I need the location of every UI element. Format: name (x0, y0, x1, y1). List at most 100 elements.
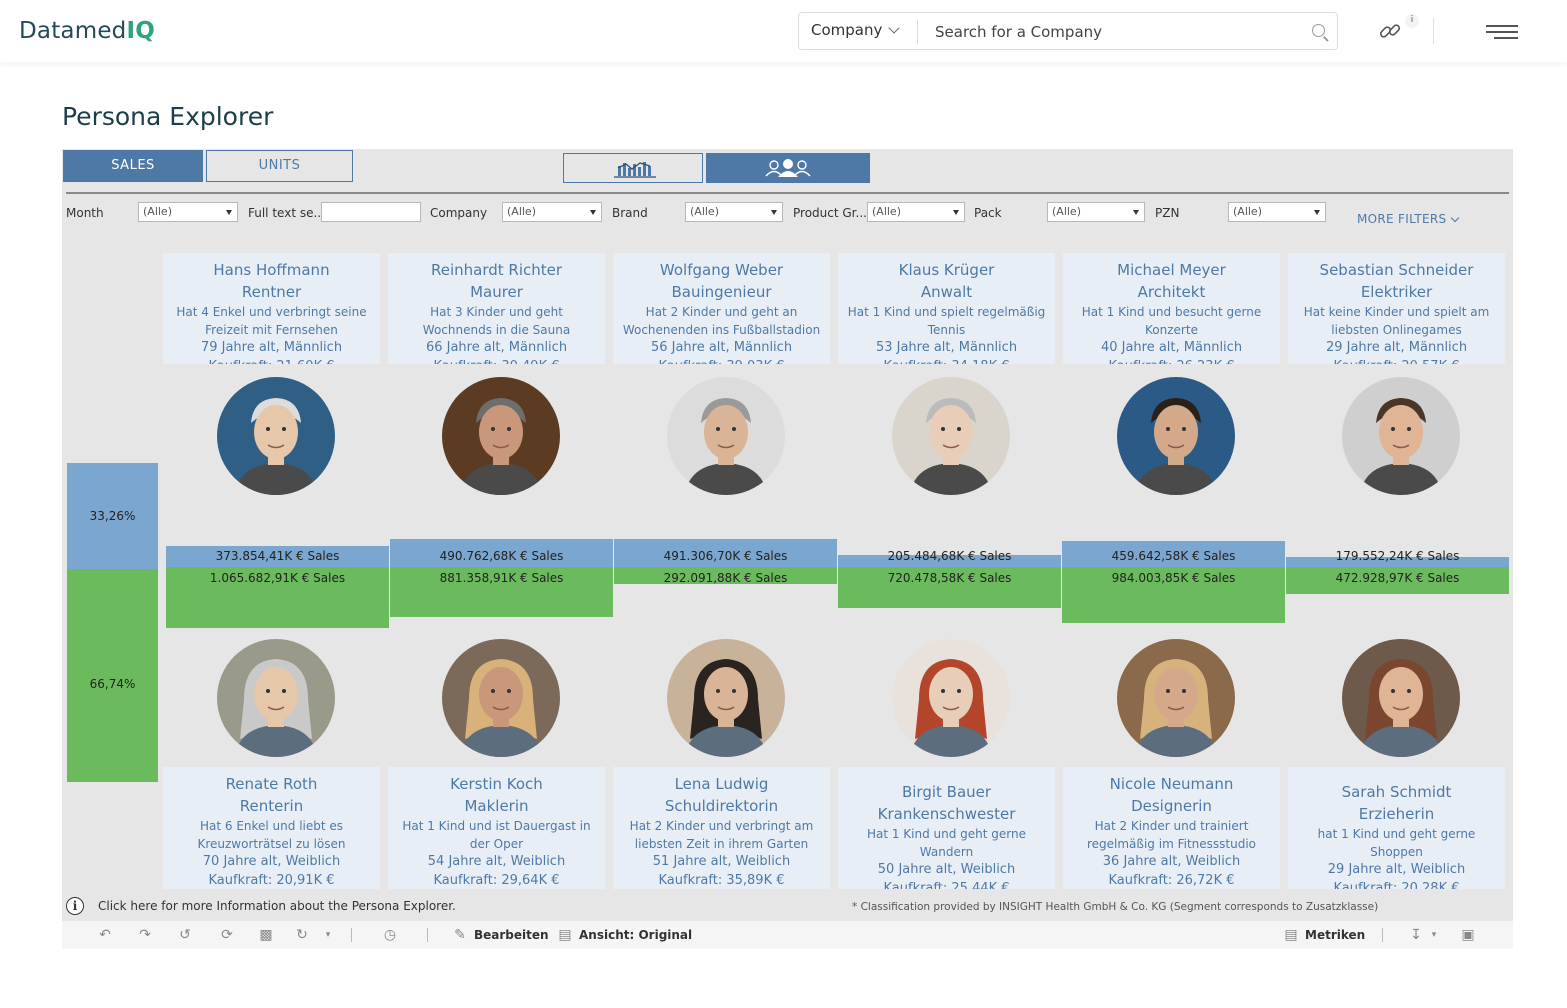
male-sales-label-2: 491.306,70K € Sales (663, 549, 788, 563)
persona-age-gender: 29 Jahre alt, Männlich (1325, 340, 1468, 355)
persona-job: Maurer (470, 283, 523, 301)
female-persona-card-1[interactable]: Kerstin Koch Maklerin Hat 1 Kind und ist D… (388, 767, 605, 889)
filter-fulltext-input[interactable] (321, 202, 421, 222)
male-portrait-3[interactable] (892, 377, 1010, 495)
filter-product-group-select[interactable]: (Alle) (867, 202, 965, 222)
filter-company-select[interactable]: (Alle) (502, 202, 602, 222)
male-sales-label-3: 205.484,68K € Sales (887, 549, 1012, 563)
download-dropdown-icon[interactable]: ▾ (1426, 927, 1442, 943)
male-persona-card-1[interactable]: Reinhardt Richter Maurer Hat 3 Kinder und … (388, 253, 605, 364)
metrics-button[interactable]: Metriken (1305, 928, 1365, 942)
company-type-select[interactable]: Company (811, 21, 901, 39)
persona-kaufkraft: Kaufkraft: 25,44K € (883, 881, 1010, 889)
male-sales-label-4: 459.642,58K € Sales (1111, 549, 1236, 563)
revert-icon[interactable]: ↺ (177, 927, 193, 943)
filter-brand-select[interactable]: (Alle) (685, 202, 783, 222)
filter-pack-select[interactable]: (Alle) (1047, 202, 1145, 222)
persona-kaufkraft: Kaufkraft: 29,64K € (433, 873, 560, 888)
female-portrait-4[interactable] (1117, 639, 1235, 757)
filter-label-fulltext: Full text se... (248, 206, 325, 220)
female-share-bar[interactable]: 66,74% (67, 569, 158, 782)
persona-description: Hat 1 Kind und geht gerne Wandern (866, 827, 1027, 859)
persona-job: Elektriker (1360, 283, 1433, 301)
hamburger-menu-icon[interactable] (1486, 25, 1518, 39)
redo-icon[interactable]: ↷ (137, 927, 153, 943)
persona-age-gender: 50 Jahre alt, Weiblich (877, 862, 1016, 877)
female-persona-card-3[interactable]: Birgit Bauer Krankenschwester Hat 1 Kind u… (838, 767, 1055, 889)
male-share-bar[interactable]: 33,26% (67, 463, 158, 569)
persona-name: Nicole Neumann (1109, 775, 1234, 793)
female-share-label: 66,74% (89, 677, 136, 691)
toolbar-divider (1382, 928, 1383, 942)
view-icon[interactable]: ▤ (557, 927, 573, 943)
female-sales-label-4: 984.003,85K € Sales (1111, 571, 1236, 585)
refresh-icon[interactable]: ⟳ (219, 927, 235, 943)
female-persona-card-2[interactable]: Lena Ludwig Schuldirektorin Hat 2 Kinder u… (613, 767, 830, 889)
info-link[interactable]: Click here for more Information about th… (98, 899, 456, 913)
datamediq-logo[interactable]: DatamedIQ (19, 18, 155, 44)
pause-updates-icon[interactable]: ▩ (258, 927, 274, 943)
performance-icon[interactable]: ◷ (382, 927, 398, 943)
female-portrait-1[interactable] (442, 639, 560, 757)
female-portrait-0[interactable] (217, 639, 335, 757)
fullscreen-icon[interactable]: ▣ (1460, 927, 1476, 943)
female-portrait-2[interactable] (667, 639, 785, 757)
male-portrait-0[interactable] (217, 377, 335, 495)
share-dropdown-icon[interactable]: ▾ (320, 927, 336, 943)
male-portrait-5[interactable] (1342, 377, 1460, 495)
persona-view-button[interactable] (706, 153, 870, 183)
persona-job: Maklerin (464, 797, 529, 815)
persona-age-gender: 29 Jahre alt, Weiblich (1327, 862, 1466, 877)
filter-month-select[interactable]: (Alle) (138, 202, 238, 222)
classification-note: * Classification provided by INSIGHT Hea… (852, 901, 1379, 913)
female-portrait-5[interactable] (1342, 639, 1460, 757)
filter-label-month: Month (66, 206, 104, 220)
female-persona-card-4[interactable]: Nicole Neumann Designerin Hat 2 Kinder und… (1063, 767, 1280, 889)
download-icon[interactable]: ↧ (1408, 927, 1424, 943)
female-persona-card-5[interactable]: Sarah Schmidt Erzieherin hat 1 Kind und ge… (1288, 767, 1505, 889)
male-portrait-1[interactable] (442, 377, 560, 495)
edit-button[interactable]: Bearbeiten (474, 928, 549, 942)
dropdown-arrow-icon (771, 210, 777, 215)
persona-name: Wolfgang Weber (659, 261, 784, 279)
company-search-box: Company (798, 12, 1338, 50)
persona-dashboard: SALES UNITS Month (Alle) Full text se...… (62, 149, 1513, 921)
persona-age-gender: 51 Jahre alt, Weiblich (652, 854, 791, 869)
persona-job: Anwalt (920, 283, 973, 301)
link-icon[interactable] (1378, 19, 1402, 43)
persona-job: Erzieherin (1358, 805, 1435, 823)
search-icon[interactable] (1312, 24, 1325, 37)
male-persona-card-5[interactable]: Sebastian Schneider Elektriker Hat keine K… (1288, 253, 1505, 364)
tab-units[interactable]: UNITS (206, 150, 353, 182)
more-filters-button[interactable]: MORE FILTERS (1357, 212, 1460, 226)
info-icon[interactable]: i (66, 897, 84, 915)
chevron-down-icon (888, 22, 901, 34)
undo-icon[interactable]: ↶ (97, 927, 113, 943)
filter-label-pzn: PZN (1155, 206, 1180, 220)
male-persona-card-0[interactable]: Hans Hoffmann Rentner Hat 4 Enkel und verb… (163, 253, 380, 364)
people-group-icon (765, 159, 811, 177)
edit-icon[interactable]: ✎ (452, 927, 468, 943)
dropdown-arrow-icon (1133, 210, 1139, 215)
male-persona-card-2[interactable]: Wolfgang Weber Bauingenieur Hat 2 Kinder u… (613, 253, 830, 364)
view-original-button[interactable]: Ansicht: Original (579, 928, 692, 942)
male-persona-card-3[interactable]: Klaus Krüger Anwalt Hat 1 Kind und spielt … (838, 253, 1055, 364)
male-portrait-2[interactable] (667, 377, 785, 495)
persona-name: Birgit Bauer (901, 783, 992, 801)
metrics-icon[interactable]: ▤ (1283, 927, 1299, 943)
tab-sales[interactable]: SALES (63, 150, 203, 182)
share-icon[interactable]: ↻ (294, 927, 310, 943)
info-badge-icon[interactable]: i (1405, 14, 1419, 28)
persona-name: Hans Hoffmann (213, 261, 330, 279)
male-persona-card-4[interactable]: Michael Meyer Architekt Hat 1 Kind und bes… (1063, 253, 1280, 364)
persona-name: Lena Ludwig (674, 775, 769, 793)
persona-job: Architekt (1137, 283, 1206, 301)
persona-description: Hat 6 Enkel und liebt es Kreuzworträtsel… (197, 819, 346, 851)
male-portrait-4[interactable] (1117, 377, 1235, 495)
female-portrait-3[interactable] (892, 639, 1010, 757)
persona-description: Hat 2 Kinder und verbringt am liebsten Z… (629, 819, 814, 851)
company-search-input[interactable] (935, 19, 1305, 45)
filter-pzn-select[interactable]: (Alle) (1228, 202, 1326, 222)
female-persona-card-0[interactable]: Renate Roth Renterin Hat 6 Enkel und liebt… (163, 767, 380, 889)
chart-view-button[interactable] (563, 153, 703, 183)
